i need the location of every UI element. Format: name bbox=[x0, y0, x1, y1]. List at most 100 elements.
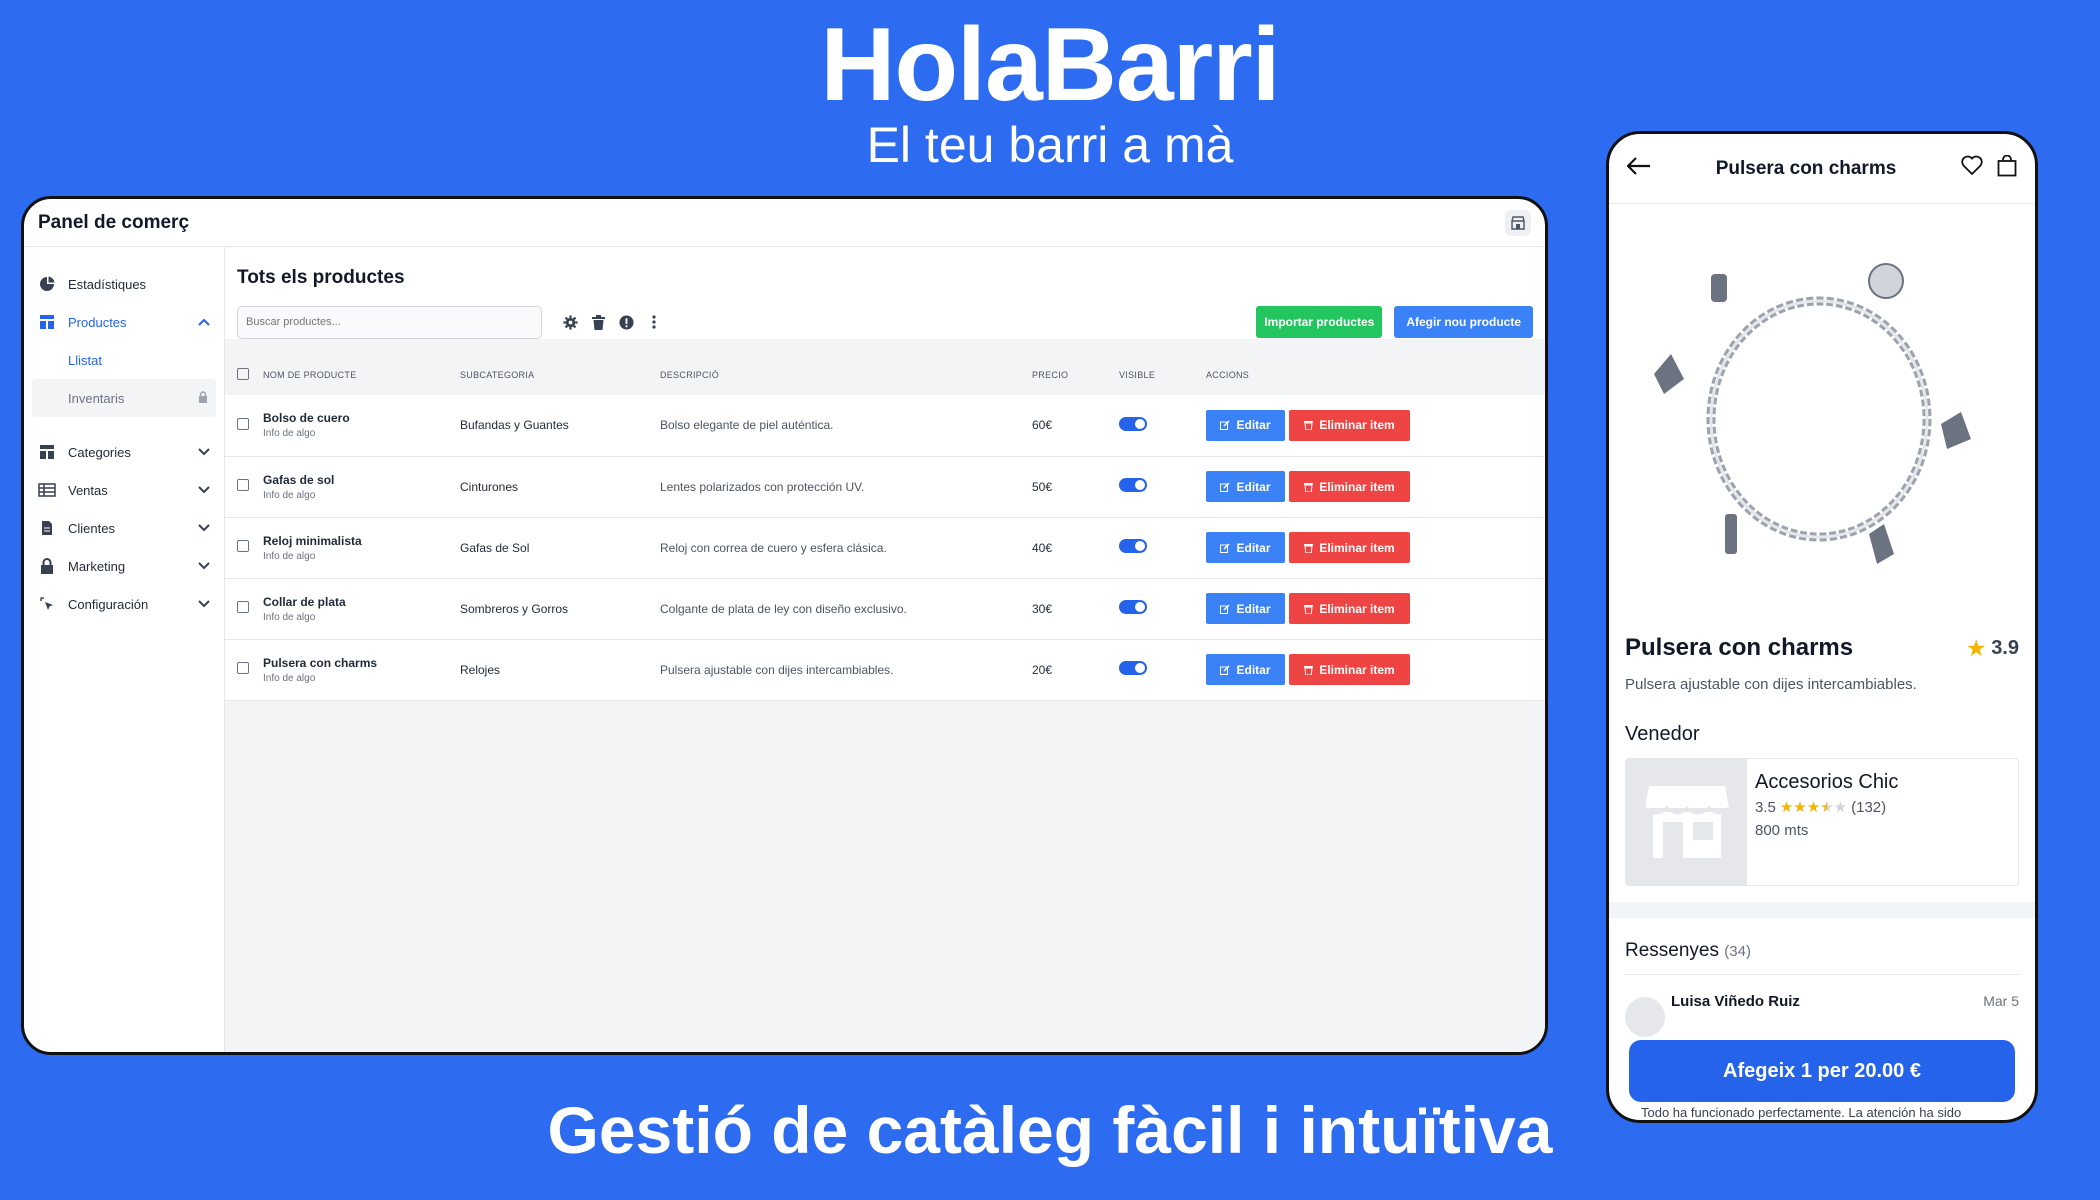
sidebar-subitem-inventaris[interactable]: Inventaris bbox=[32, 379, 216, 417]
sidebar-item-clientes[interactable]: Clientes bbox=[24, 509, 224, 547]
column-header: SUBCATEGORIA bbox=[460, 370, 535, 380]
sidebar-item-estadistiques[interactable]: Estadístiques bbox=[24, 265, 224, 303]
alert-circle-icon[interactable] bbox=[618, 314, 634, 330]
shopping-bag-icon[interactable] bbox=[1997, 154, 2017, 182]
star-icon: ★ bbox=[1967, 637, 1986, 660]
chevron-down-icon[interactable] bbox=[198, 559, 210, 573]
trash-icon[interactable] bbox=[590, 314, 606, 330]
vendor-name: Accesorios Chic bbox=[1755, 771, 1899, 793]
chevron-down-icon[interactable] bbox=[198, 483, 210, 497]
delete-button[interactable]: Eliminar item bbox=[1289, 409, 1410, 441]
heart-icon[interactable] bbox=[1961, 155, 1983, 182]
edit-button[interactable]: Editar bbox=[1206, 471, 1285, 502]
panel-header: Panel de comerç bbox=[24, 199, 1545, 247]
page-title: Tots els productes bbox=[237, 267, 405, 288]
vendor-rating-value: 3.5 bbox=[1755, 798, 1776, 816]
delete-label: Eliminar item bbox=[1319, 479, 1395, 494]
trash-icon bbox=[1304, 421, 1314, 431]
column-header: VISIBLE bbox=[1119, 370, 1156, 380]
chevron-down-icon[interactable] bbox=[198, 445, 210, 459]
edit-label: Editar bbox=[1236, 662, 1271, 677]
layout-icon bbox=[38, 313, 56, 331]
edit-label: Editar bbox=[1236, 540, 1271, 555]
edit-label: Editar bbox=[1236, 479, 1271, 494]
sidebar-item-label: Productes bbox=[68, 314, 127, 330]
product-price: 30€ bbox=[1032, 601, 1053, 616]
product-info: Info de algo bbox=[263, 611, 316, 623]
delete-label: Eliminar item bbox=[1319, 601, 1395, 616]
edit-button[interactable]: Editar bbox=[1206, 409, 1285, 441]
more-vertical-icon[interactable] bbox=[646, 314, 662, 330]
row-checkbox[interactable] bbox=[237, 417, 249, 430]
pie-chart-icon bbox=[38, 275, 56, 293]
chevron-down-icon[interactable] bbox=[198, 597, 210, 611]
add-product-button[interactable]: Afegir nou producte bbox=[1394, 306, 1533, 338]
row-checkbox[interactable] bbox=[237, 540, 249, 552]
vendor-rating: 3.5 ★★★★★ (132) bbox=[1755, 798, 1898, 817]
delete-button[interactable]: Eliminar item bbox=[1289, 471, 1410, 502]
review-date: Mar 5 bbox=[1983, 993, 2019, 1009]
visible-toggle[interactable] bbox=[1119, 539, 1147, 553]
lock-icon bbox=[38, 557, 56, 575]
product-description: Colgante de plata de ley con diseño excl… bbox=[660, 601, 907, 616]
column-header: NOM DE PRODUCTE bbox=[263, 370, 357, 380]
gear-icon[interactable] bbox=[562, 314, 578, 330]
edit-label: Editar bbox=[1236, 418, 1271, 433]
store-icon[interactable] bbox=[1505, 209, 1531, 236]
table-row: Gafas de sol Info de algo Cinturones Lent… bbox=[225, 456, 1545, 517]
vendor-card[interactable]: Accesorios Chic 3.5 ★★★★★ (132) 800 mts bbox=[1625, 758, 2019, 886]
sidebar-item-productes[interactable]: Productes bbox=[24, 303, 224, 341]
select-all-checkbox[interactable] bbox=[237, 368, 249, 380]
product-description: Pulsera ajustable con dijes intercambiab… bbox=[1625, 676, 1917, 693]
mobile-header: Pulsera con charms bbox=[1609, 134, 2035, 204]
product-name: Collar de plata bbox=[263, 594, 346, 609]
row-checkbox[interactable] bbox=[237, 479, 249, 491]
row-checkbox[interactable] bbox=[237, 662, 249, 674]
chevron-up-icon[interactable] bbox=[198, 315, 210, 329]
product-subcategory: Bufandas y Guantes bbox=[460, 418, 569, 433]
visible-toggle[interactable] bbox=[1119, 478, 1147, 492]
edit-button[interactable]: Editar bbox=[1206, 654, 1285, 685]
visible-toggle[interactable] bbox=[1119, 661, 1147, 675]
back-arrow-icon[interactable] bbox=[1626, 157, 1651, 180]
delete-button[interactable]: Eliminar item bbox=[1289, 654, 1410, 685]
sidebar-subitem-llistat[interactable]: Llistat bbox=[24, 341, 224, 379]
search-input[interactable] bbox=[237, 305, 542, 339]
row-checkbox[interactable] bbox=[237, 601, 249, 613]
chevron-down-icon[interactable] bbox=[198, 521, 210, 535]
column-header: PRECIO bbox=[1032, 370, 1069, 380]
product-name: Bolso de cuero bbox=[263, 411, 350, 426]
product-rating: ★ 3.9 bbox=[1967, 636, 2019, 661]
delete-button[interactable]: Eliminar item bbox=[1289, 593, 1410, 624]
edit-icon bbox=[1220, 603, 1231, 614]
product-subcategory: Gafas de Sol bbox=[460, 540, 530, 555]
sidebar-item-ventas[interactable]: Ventas bbox=[24, 471, 224, 509]
product-title: Pulsera con charms bbox=[1625, 634, 1854, 661]
delete-label: Eliminar item bbox=[1319, 540, 1395, 555]
reviews-heading: Ressenyes (34) bbox=[1625, 940, 2019, 975]
sidebar-item-configuracion[interactable]: Configuración bbox=[24, 585, 224, 623]
product-price: 50€ bbox=[1032, 479, 1053, 494]
delete-button[interactable]: Eliminar item bbox=[1289, 532, 1410, 563]
vendor-heading: Venedor bbox=[1625, 723, 1700, 745]
sidebar-item-marketing[interactable]: Marketing bbox=[24, 547, 224, 585]
edit-button[interactable]: Editar bbox=[1206, 532, 1285, 563]
product-name: Reloj minimalista bbox=[263, 533, 362, 548]
product-description: Pulsera ajustable con dijes intercambiab… bbox=[660, 662, 894, 677]
product-description: Lentes polarizados con protección UV. bbox=[660, 479, 865, 494]
product-description: Reloj con correa de cuero y esfera clási… bbox=[660, 540, 887, 555]
sidebar-item-label: Clientes bbox=[68, 520, 115, 536]
visible-toggle[interactable] bbox=[1119, 416, 1147, 431]
product-name: Gafas de sol bbox=[263, 472, 335, 487]
import-products-button[interactable]: Importar productes bbox=[1256, 306, 1383, 338]
edit-button[interactable]: Editar bbox=[1206, 593, 1285, 624]
delete-label: Eliminar item bbox=[1319, 662, 1395, 677]
visible-toggle[interactable] bbox=[1119, 600, 1147, 614]
edit-label: Editar bbox=[1236, 601, 1271, 616]
sidebar-item-label: Configuración bbox=[68, 596, 149, 612]
sidebar-item-categories[interactable]: Categories bbox=[24, 433, 224, 471]
sidebar: Estadístiques Productes Llistat Inventar… bbox=[24, 247, 225, 1052]
product-subcategory: Cinturones bbox=[460, 479, 519, 494]
sidebar-item-label: Estadístiques bbox=[68, 276, 147, 292]
delete-label: Eliminar item bbox=[1319, 418, 1395, 433]
